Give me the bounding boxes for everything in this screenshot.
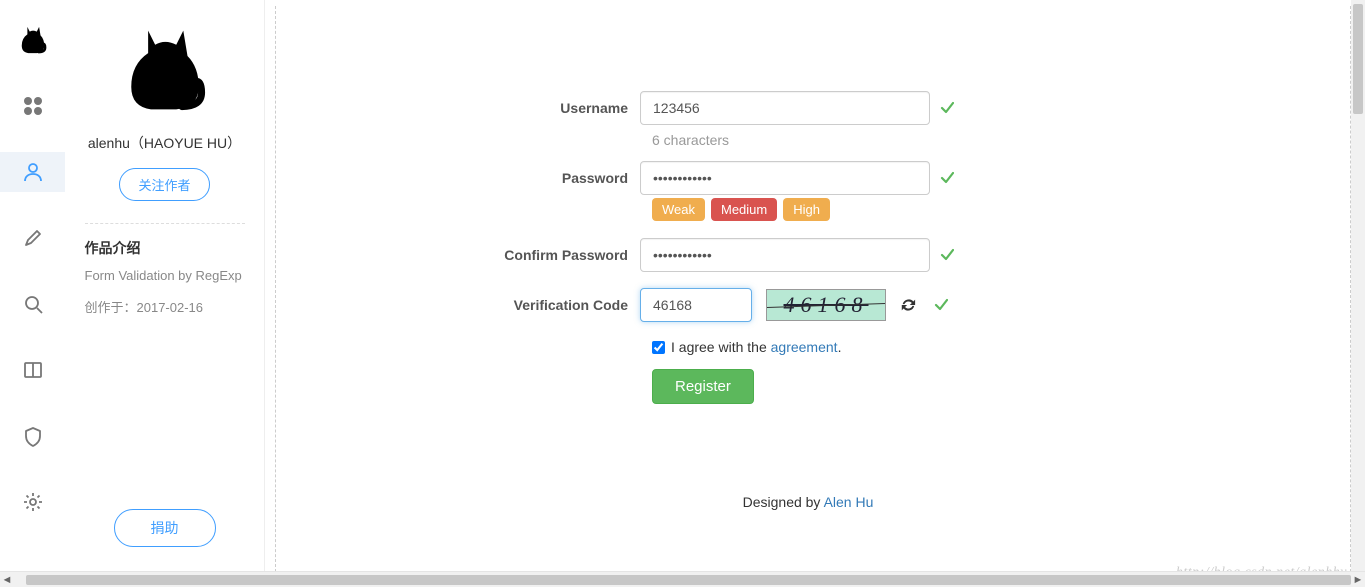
scroll-thumb[interactable] bbox=[26, 575, 1351, 585]
footer-prefix: Designed by bbox=[743, 494, 824, 510]
row-confirm: Confirm Password bbox=[460, 235, 1156, 275]
donate-button[interactable]: 捐助 bbox=[114, 509, 216, 547]
check-icon bbox=[940, 248, 954, 262]
rail-shield[interactable] bbox=[0, 416, 65, 456]
captcha-image[interactable]: 46168 bbox=[766, 289, 886, 321]
register-form-card: Username 6 characters Password Weak Medi… bbox=[428, 58, 1188, 438]
input-verification[interactable] bbox=[640, 288, 752, 322]
row-password-strength: Weak Medium High bbox=[460, 198, 1156, 221]
author-sidebar: alenhu（HAOYUE HU） 关注作者 作品介绍 Form Validat… bbox=[65, 0, 265, 587]
checkbox-agree[interactable] bbox=[652, 341, 665, 354]
input-password[interactable] bbox=[640, 161, 930, 195]
hint-username: 6 characters bbox=[652, 128, 729, 158]
rail-user[interactable] bbox=[0, 152, 65, 192]
icon-rail bbox=[0, 0, 65, 587]
rail-pen[interactable] bbox=[0, 218, 65, 258]
rail-book[interactable] bbox=[0, 350, 65, 390]
row-verification: Verification Code 46168 bbox=[460, 285, 1156, 325]
badge-high: High bbox=[783, 198, 830, 221]
rail-logo[interactable] bbox=[0, 20, 65, 60]
row-username: Username bbox=[460, 88, 1156, 128]
main-canvas: Username 6 characters Password Weak Medi… bbox=[265, 0, 1365, 587]
footer-author-link[interactable]: Alen Hu bbox=[824, 494, 874, 510]
intro-title: 作品介绍 bbox=[85, 238, 245, 258]
check-icon bbox=[940, 171, 954, 185]
label-verification: Verification Code bbox=[460, 297, 640, 313]
rail-gear[interactable] bbox=[0, 482, 65, 522]
scroll-right-arrow[interactable]: ► bbox=[1351, 574, 1365, 586]
follow-button[interactable]: 关注作者 bbox=[119, 168, 209, 201]
register-button[interactable]: Register bbox=[652, 369, 754, 404]
label-confirm: Confirm Password bbox=[460, 247, 640, 263]
divider bbox=[85, 223, 245, 224]
badge-weak: Weak bbox=[652, 198, 705, 221]
intro-subtitle: Form Validation by RegExp bbox=[85, 268, 245, 283]
row-agreement: I agree with the agreement. bbox=[460, 339, 1156, 355]
badge-medium: Medium bbox=[711, 198, 777, 221]
label-username: Username bbox=[460, 100, 640, 116]
row-password: Password bbox=[460, 158, 1156, 198]
rail-grid[interactable] bbox=[0, 86, 65, 126]
footer: Designed by Alen Hu bbox=[265, 494, 1351, 540]
refresh-icon[interactable] bbox=[900, 297, 916, 313]
input-confirm[interactable] bbox=[640, 238, 930, 272]
agree-prefix: I agree with the bbox=[671, 339, 771, 355]
row-username-hint: 6 characters bbox=[460, 128, 1156, 158]
check-icon bbox=[940, 101, 954, 115]
label-password: Password bbox=[460, 170, 640, 186]
row-submit: Register bbox=[460, 369, 1156, 404]
input-username[interactable] bbox=[640, 91, 930, 125]
intro-date: 创作于：2017-02-16 bbox=[85, 297, 245, 316]
rail-search[interactable] bbox=[0, 284, 65, 324]
agree-suffix: . bbox=[838, 339, 842, 355]
author-avatar bbox=[115, 20, 215, 120]
check-icon bbox=[934, 298, 948, 312]
author-name: alenhu（HAOYUE HU） bbox=[88, 134, 241, 154]
horizontal-scrollbar[interactable]: ◄ ► bbox=[0, 571, 1365, 587]
scroll-left-arrow[interactable]: ◄ bbox=[0, 574, 14, 586]
link-agreement[interactable]: agreement bbox=[771, 339, 838, 355]
